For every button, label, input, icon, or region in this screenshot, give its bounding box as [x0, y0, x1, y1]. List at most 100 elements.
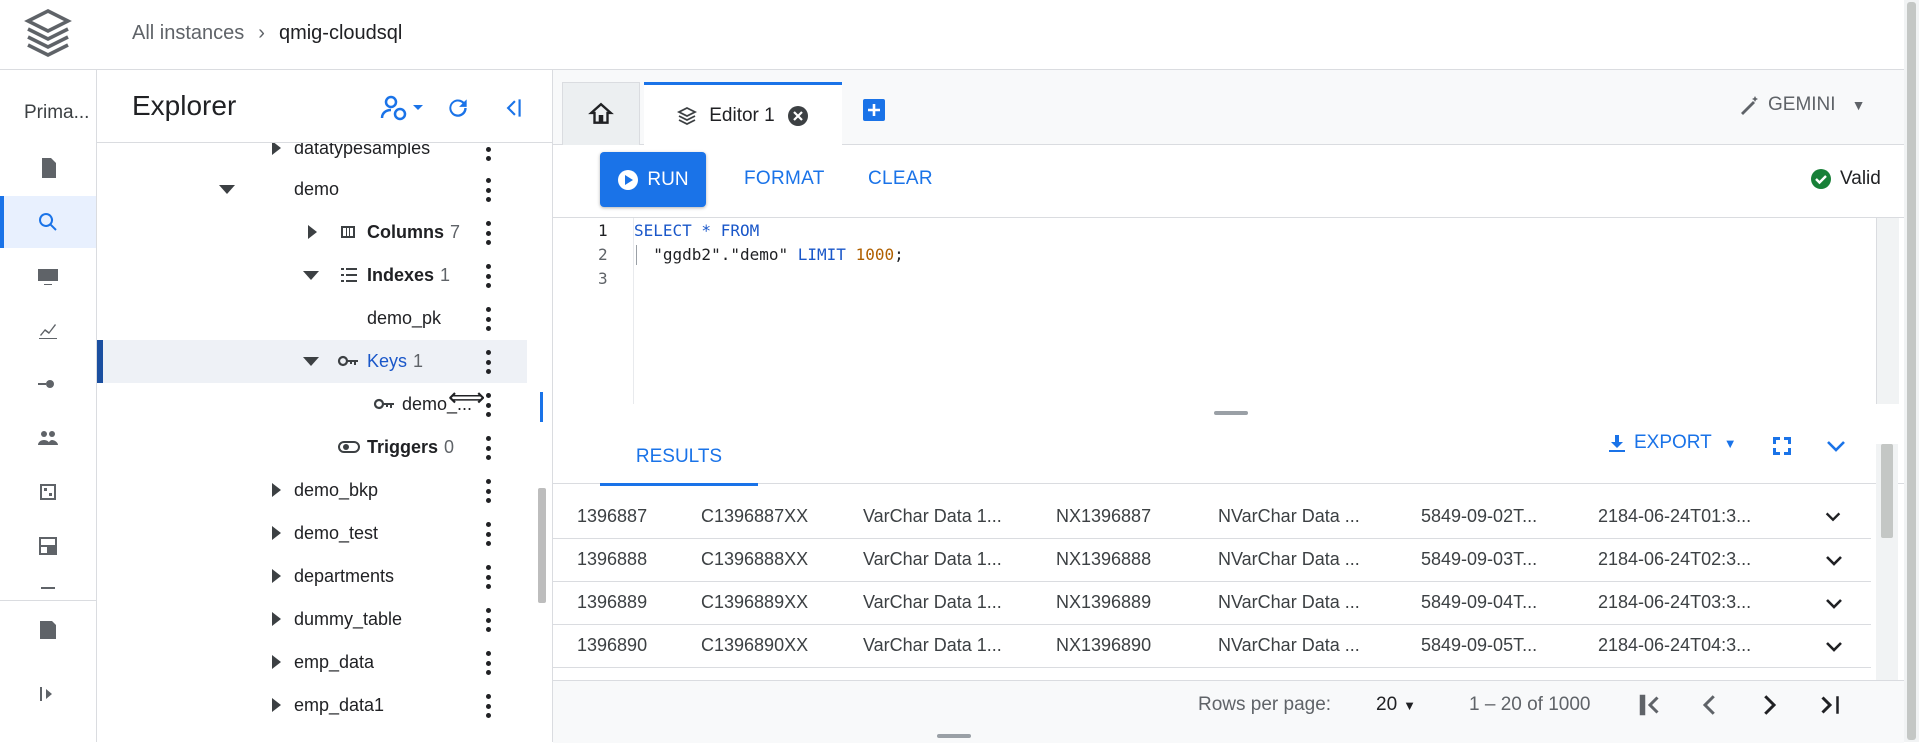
notes-icon[interactable]	[0, 604, 96, 656]
next-page-icon[interactable]	[1754, 690, 1784, 720]
tab-results[interactable]: RESULTS	[600, 430, 758, 486]
more-options-icon[interactable]	[485, 143, 491, 161]
tree-item-demo-pk[interactable]: demo_pk	[97, 297, 527, 340]
expand-arrow-icon[interactable]	[272, 612, 281, 626]
more-options-icon[interactable]	[485, 436, 491, 460]
tree-item-demo-bkp[interactable]: demo_bkp	[97, 469, 527, 512]
users-icon[interactable]	[0, 412, 96, 464]
explorer-scrollbar[interactable]	[538, 488, 546, 603]
expand-arrow-icon[interactable]	[272, 569, 281, 583]
expand-arrow-icon[interactable]	[308, 225, 317, 239]
last-page-icon[interactable]	[1815, 690, 1845, 720]
tree-item-emp-data1[interactable]: emp_data1	[97, 684, 527, 727]
run-button[interactable]: RUN	[600, 152, 706, 207]
more-options-icon[interactable]	[485, 479, 491, 503]
app-logo-icon[interactable]	[24, 8, 72, 58]
layers-icon	[677, 106, 698, 126]
tree-item-emp-data[interactable]: emp_data	[97, 641, 527, 684]
dashboard-icon[interactable]	[0, 520, 96, 572]
close-tab-icon[interactable]	[787, 105, 809, 127]
migration-icon[interactable]	[0, 358, 96, 410]
table-row[interactable]: 1396890 C1396890XX VarChar Data 1... NX1…	[553, 625, 1871, 668]
collapse-arrow-icon[interactable]	[219, 185, 235, 194]
more-options-icon[interactable]	[485, 350, 491, 374]
tree-item-departments[interactable]: departments	[97, 555, 527, 598]
format-button[interactable]: FORMAT	[744, 168, 825, 190]
resize-cursor-icon: ⟺	[448, 382, 486, 412]
first-page-icon[interactable]	[1635, 690, 1665, 720]
bottom-resize-handle[interactable]	[937, 734, 971, 738]
line-number: 3	[598, 269, 608, 288]
tree-item-columns[interactable]: Columns 7	[97, 211, 527, 254]
more-options-icon[interactable]	[485, 694, 491, 718]
results-scrollbar-thumb[interactable]	[1881, 444, 1893, 538]
rows-per-page-select[interactable]: 20 ▼	[1376, 694, 1416, 716]
breadcrumb-current: qmig-cloudsql	[278, 22, 403, 44]
editor-scrollbar[interactable]	[1876, 218, 1899, 404]
chevron-down-icon[interactable]	[1823, 550, 1845, 572]
more-options-icon[interactable]	[485, 264, 491, 288]
code-line-2[interactable]: "ggdb2"."demo" LIMIT 1000;	[634, 245, 903, 264]
columns-icon	[341, 226, 355, 238]
gemini-button[interactable]: GEMINI ▼	[1738, 94, 1865, 116]
search-icon[interactable]	[0, 196, 96, 248]
tree-item-demo[interactable]: demo	[97, 168, 527, 211]
table-row[interactable]: 1396888 C1396888XX VarChar Data 1... NX1…	[553, 539, 1871, 582]
more-options-icon[interactable]	[485, 522, 491, 546]
tree-item-keys[interactable]: Keys 1	[97, 340, 527, 383]
explorer-title: Explorer	[132, 90, 237, 121]
more-icon[interactable]	[0, 574, 96, 600]
home-tab[interactable]	[562, 82, 640, 145]
dropdown-arrow-icon: ▼	[1403, 697, 1417, 713]
code-line-1[interactable]: SELECT * FROM	[634, 221, 759, 240]
chevron-down-icon[interactable]	[1823, 507, 1843, 527]
more-options-icon[interactable]	[485, 307, 491, 331]
line-number: 2	[598, 245, 608, 264]
user-settings-icon[interactable]	[374, 90, 430, 126]
collapse-arrow-icon[interactable]	[303, 271, 319, 280]
expand-arrow-icon[interactable]	[272, 143, 281, 155]
dropdown-arrow-icon: ▼	[1723, 435, 1737, 451]
table-row[interactable]: 1396889 C1396889XX VarChar Data 1... NX1…	[553, 582, 1871, 625]
more-options-icon[interactable]	[485, 393, 491, 417]
fullscreen-icon[interactable]	[1770, 434, 1794, 458]
clear-button[interactable]: CLEAR	[868, 168, 933, 190]
more-options-icon[interactable]	[485, 221, 491, 245]
add-tab-icon[interactable]	[862, 98, 886, 122]
page-scrollbar-thumb[interactable]	[1907, 2, 1916, 740]
collapse-arrow-icon[interactable]	[303, 357, 319, 366]
more-options-icon[interactable]	[485, 565, 491, 589]
chevron-down-icon[interactable]	[1823, 593, 1845, 615]
breadcrumb-all-instances[interactable]: All instances	[132, 22, 244, 45]
panel-resize-handle[interactable]	[540, 392, 543, 422]
breadcrumb: All instances › qmig-cloudsql	[132, 22, 402, 45]
tree-item-triggers[interactable]: Triggers 0	[97, 426, 527, 469]
document-icon[interactable]	[0, 142, 96, 194]
expand-arrow-icon[interactable]	[272, 655, 281, 669]
expand-arrow-icon[interactable]	[272, 526, 281, 540]
more-options-icon[interactable]	[485, 651, 491, 675]
refresh-icon[interactable]	[440, 90, 476, 126]
chart-icon[interactable]	[0, 304, 96, 356]
chevron-down-icon[interactable]	[1824, 434, 1848, 458]
tree-item-indexes[interactable]: Indexes 1	[97, 254, 527, 297]
tree-item-dummy-table[interactable]: dummy_table	[97, 598, 527, 641]
magic-pen-icon	[1741, 96, 1758, 115]
line-number-gutter	[553, 218, 634, 404]
table-row[interactable]: 1396887 C1396887XX VarChar Data 1... NX1…	[553, 496, 1871, 539]
tree-item-datatypesamples[interactable]: datatypesamples	[97, 143, 527, 170]
calendar-icon[interactable]	[0, 466, 96, 518]
chevron-down-icon[interactable]	[1823, 636, 1845, 658]
tree-item-demo-test[interactable]: demo_test	[97, 512, 527, 555]
collapse-panel-icon[interactable]	[494, 90, 530, 126]
previous-page-icon[interactable]	[1695, 690, 1725, 720]
export-button[interactable]: EXPORT ▼	[1606, 432, 1737, 454]
expand-arrow-icon[interactable]	[272, 698, 281, 712]
more-options-icon[interactable]	[485, 178, 491, 202]
expand-icon[interactable]	[0, 668, 96, 720]
tab-editor-1[interactable]: Editor 1	[644, 82, 842, 147]
expand-arrow-icon[interactable]	[272, 483, 281, 497]
more-options-icon[interactable]	[485, 608, 491, 632]
monitor-icon[interactable]	[0, 250, 96, 302]
key-icon	[373, 398, 394, 410]
